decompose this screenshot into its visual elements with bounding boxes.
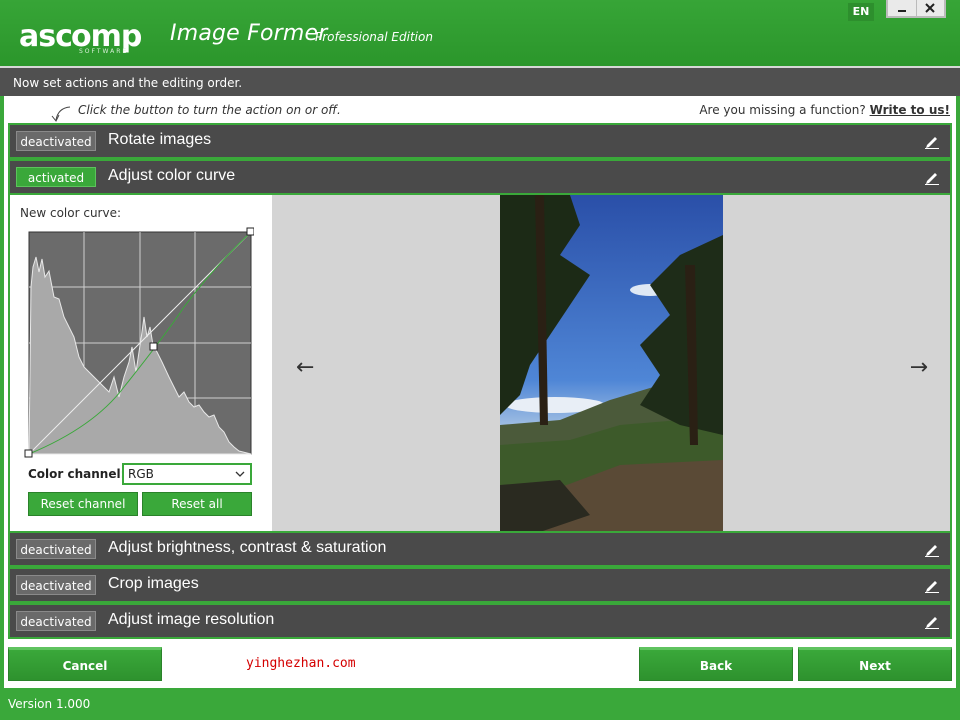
language-button[interactable]: EN: [848, 3, 874, 21]
hint-text: Click the button to turn the action on o…: [78, 103, 341, 117]
pencil-icon[interactable]: [924, 541, 940, 557]
action-label-crop: Crop images: [108, 575, 199, 592]
ascomp-logo: asc omp SOFTWARE: [19, 19, 143, 54]
pencil-icon[interactable]: [924, 169, 940, 185]
watermark-text: yinghezhan.com: [246, 656, 356, 671]
title-bar: asc omp SOFTWARE Image Former Profession…: [0, 0, 960, 66]
curve-caption: New color curve:: [20, 206, 122, 220]
color-channel-value: RGB: [128, 467, 154, 481]
action-row-color-curve: activated Adjust color curve: [8, 159, 952, 195]
step-instruction: Now set actions and the editing order.: [0, 66, 960, 96]
toggle-brightness-button[interactable]: deactivated: [16, 539, 96, 559]
action-row-resolution: deactivated Adjust image resolution: [8, 603, 952, 639]
svg-text:asc: asc: [19, 19, 72, 54]
reset-all-button[interactable]: Reset all: [142, 492, 252, 516]
action-label-brightness: Adjust brightness, contrast & saturation: [108, 539, 387, 556]
color-curve-editor: New color curve: Color channel: RGB Rese…: [8, 195, 952, 532]
app-title: Image Former: [170, 21, 328, 46]
next-image-arrow[interactable]: →: [910, 355, 928, 380]
color-channel-label: Color channel:: [28, 467, 126, 481]
action-label-rotate: Rotate images: [108, 131, 212, 148]
minimize-button[interactable]: [888, 0, 916, 16]
curved-arrow-icon: [51, 106, 71, 122]
next-button[interactable]: Next: [798, 647, 952, 681]
previous-image-arrow[interactable]: ←: [296, 355, 314, 380]
action-row-brightness: deactivated Adjust brightness, contrast …: [8, 531, 952, 567]
missing-function: Are you missing a function? Write to us!: [699, 103, 950, 117]
app-edition: Professional Edition: [315, 30, 433, 44]
image-preview-area: ← →: [272, 195, 952, 532]
toggle-crop-button[interactable]: deactivated: [16, 575, 96, 595]
svg-text:SOFTWARE: SOFTWARE: [79, 48, 128, 54]
action-row-crop: deactivated Crop images: [8, 567, 952, 603]
color-channel-select[interactable]: RGB: [122, 463, 252, 485]
color-curve-graph[interactable]: [24, 227, 254, 459]
pencil-icon[interactable]: [924, 577, 940, 593]
window-controls: [886, 0, 946, 18]
pencil-icon[interactable]: [924, 133, 940, 149]
toggle-resolution-button[interactable]: deactivated: [16, 611, 96, 631]
cancel-button[interactable]: Cancel: [8, 647, 162, 681]
toggle-rotate-button[interactable]: deactivated: [16, 131, 96, 151]
toggle-color-curve-button[interactable]: activated: [16, 167, 96, 187]
pencil-icon[interactable]: [924, 613, 940, 629]
close-button[interactable]: [915, 0, 945, 16]
action-label-resolution: Adjust image resolution: [108, 611, 275, 628]
missing-function-text: Are you missing a function?: [699, 103, 866, 117]
preview-photo: [500, 195, 723, 532]
action-row-rotate: deactivated Rotate images: [8, 123, 952, 159]
back-button[interactable]: Back: [639, 647, 793, 681]
version-status: Version 1.000: [0, 688, 960, 720]
reset-channel-button[interactable]: Reset channel: [28, 492, 138, 516]
close-icon: [925, 3, 935, 13]
minimize-icon: [897, 10, 906, 12]
curve-panel: New color curve: Color channel: RGB Rese…: [10, 195, 272, 532]
write-to-us-link[interactable]: Write to us!: [870, 103, 950, 117]
action-label-color-curve: Adjust color curve: [108, 167, 236, 184]
chevron-down-icon: [235, 471, 245, 477]
